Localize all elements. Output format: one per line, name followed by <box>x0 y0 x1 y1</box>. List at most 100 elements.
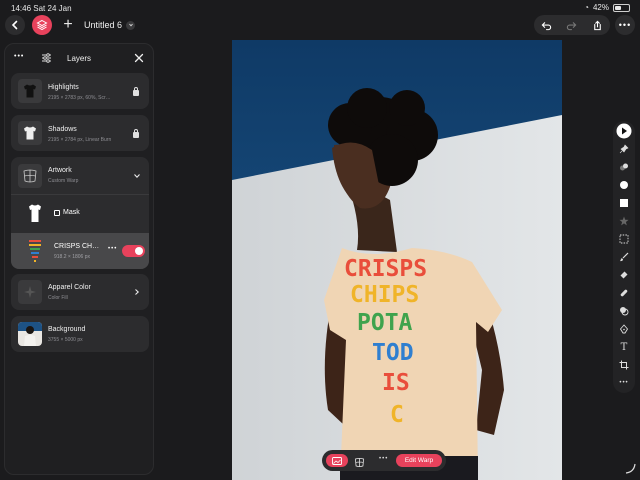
text-layer-thumbnail <box>23 238 47 264</box>
redo-icon[interactable] <box>566 20 577 31</box>
lock-icon[interactable] <box>133 87 139 96</box>
chevron-down-icon[interactable] <box>133 172 141 180</box>
artwork-line-3: POTA <box>357 310 413 336</box>
back-button[interactable] <box>5 15 25 35</box>
more-menu-button[interactable]: ••• <box>615 15 635 35</box>
sparkle-icon <box>24 286 36 298</box>
chevron-right-icon[interactable] <box>133 288 141 296</box>
more-icon[interactable]: ••• <box>379 456 388 462</box>
layer-details: 2195 × 2783 px, 60%, Scr… <box>48 95 111 101</box>
status-indicators: ◔ 42% <box>584 3 630 12</box>
adjust-tool[interactable] <box>616 159 632 175</box>
layer-shadows[interactable]: Shadows 2195 × 2784 px, Linear Burn <box>11 115 149 151</box>
pen-nib-icon <box>619 324 629 334</box>
layer-name: Apparel Color <box>48 284 91 291</box>
panel-more-icon[interactable]: ••• <box>14 53 24 60</box>
layer-name: Shadows <box>48 126 77 133</box>
document-title[interactable]: Untitled 6 <box>84 20 136 30</box>
text-art-icon <box>29 240 41 262</box>
lock-icon[interactable] <box>133 129 139 138</box>
edit-warp-button[interactable]: Edit Warp <box>396 454 442 467</box>
pen-tool[interactable] <box>616 321 632 337</box>
sliders-icon[interactable] <box>41 53 52 63</box>
layer-name: Highlights <box>48 84 79 91</box>
text-tool[interactable]: T <box>616 339 632 355</box>
undo-icon[interactable] <box>541 20 552 31</box>
context-toolbar: ••• Edit Warp <box>322 450 446 471</box>
eraser-icon <box>620 271 628 279</box>
blend-tool[interactable] <box>616 303 632 319</box>
select-tool[interactable] <box>616 123 632 139</box>
artwork-line-5: IS <box>382 370 410 396</box>
ellipse-tool[interactable] <box>616 177 632 193</box>
canvas-artboard[interactable]: CRISPS CHIPS POTA TOD IS C <box>232 40 562 480</box>
drops-icon <box>620 163 628 171</box>
marquee-icon <box>619 234 629 244</box>
tshirt-mask-icon <box>29 204 41 222</box>
layer-details: Custom Warp <box>48 178 79 184</box>
more-icon: ••• <box>619 380 629 386</box>
wifi-icon: ◔ <box>584 3 589 12</box>
layers-panel-header: ••• Layers <box>5 44 153 74</box>
layer-mask-row[interactable]: Mask <box>11 195 149 231</box>
chevron-left-icon <box>11 20 18 30</box>
layers-panel-title: Layers <box>67 54 92 63</box>
warp-grid-icon <box>354 457 365 468</box>
eraser-tool[interactable] <box>616 267 632 283</box>
chevron-down-icon <box>126 20 136 30</box>
history-group <box>534 15 610 35</box>
artwork-line-4: TOD <box>372 340 414 366</box>
brush-icon <box>620 252 629 262</box>
layer-highlights[interactable]: Highlights 2195 × 2783 px, 60%, Scr… <box>11 73 149 109</box>
status-time: 14:46 Sat 24 Jan <box>11 4 72 13</box>
layer-name: CRISPS CH… <box>54 243 100 250</box>
pin-tool[interactable] <box>616 141 632 157</box>
photo-thumbnail-icon <box>18 322 42 346</box>
share-icon[interactable] <box>592 20 603 31</box>
add-button[interactable]: + <box>60 15 76 35</box>
artwork-line-6: C <box>390 402 404 428</box>
corner-curve-icon <box>625 463 636 474</box>
layer-name: Background <box>48 326 86 333</box>
more-icon: ••• <box>618 20 632 30</box>
layer-more-icon[interactable]: ••• <box>108 246 117 252</box>
layer-background[interactable]: Background 3755 × 5000 px <box>11 316 149 352</box>
app-window: 14:46 Sat 24 Jan ◔ 42% + Untitled 6 ••• <box>0 0 640 480</box>
crop-icon <box>619 360 629 370</box>
rectangle-tool[interactable] <box>616 195 632 211</box>
star-tool[interactable] <box>616 213 632 229</box>
brush-tool[interactable] <box>616 249 632 265</box>
visibility-toggle[interactable] <box>122 245 145 257</box>
artwork-line-1: CRISPS <box>344 256 427 282</box>
toggle-knob <box>135 247 143 255</box>
text-t-icon: T <box>620 341 628 353</box>
layer-thumbnail <box>18 79 42 103</box>
mask-thumbnail <box>23 201 47 225</box>
crop-tool[interactable] <box>616 357 632 373</box>
image-icon <box>332 456 342 465</box>
bandage-tool[interactable] <box>616 285 632 301</box>
status-bar: 14:46 Sat 24 Jan ◔ 42% <box>0 0 640 14</box>
bandage-icon <box>620 289 628 297</box>
layer-thumbnail <box>18 280 42 304</box>
warp-mode-button[interactable] <box>354 455 365 473</box>
marquee-tool[interactable] <box>616 231 632 247</box>
layer-details: Color Fill <box>48 295 68 301</box>
pin-icon <box>619 144 629 154</box>
stack-icon <box>36 19 48 31</box>
mockup-photo: CRISPS CHIPS POTA TOD IS C <box>232 40 562 480</box>
image-mode-button[interactable] <box>326 454 348 467</box>
artwork-line-2: CHIPS <box>350 282 419 308</box>
layer-artwork-group[interactable]: Artwork Custom Warp Mask CRISPS CH… 918.… <box>11 157 149 269</box>
select-arrow-icon <box>616 123 632 139</box>
battery-percent: 42% <box>592 3 609 12</box>
more-tools[interactable]: ••• <box>616 375 632 391</box>
close-icon[interactable] <box>134 53 144 63</box>
layers-logo-button[interactable] <box>32 15 52 35</box>
blend-icon <box>620 307 629 316</box>
plus-icon: + <box>63 16 73 33</box>
tools-toolbar: T ••• <box>613 121 635 393</box>
layer-thumbnail <box>18 121 42 145</box>
layer-apparel-color[interactable]: Apparel Color Color Fill <box>11 274 149 310</box>
layer-crisps-text[interactable]: CRISPS CH… 918.2 × 1806 px ••• <box>11 233 149 269</box>
